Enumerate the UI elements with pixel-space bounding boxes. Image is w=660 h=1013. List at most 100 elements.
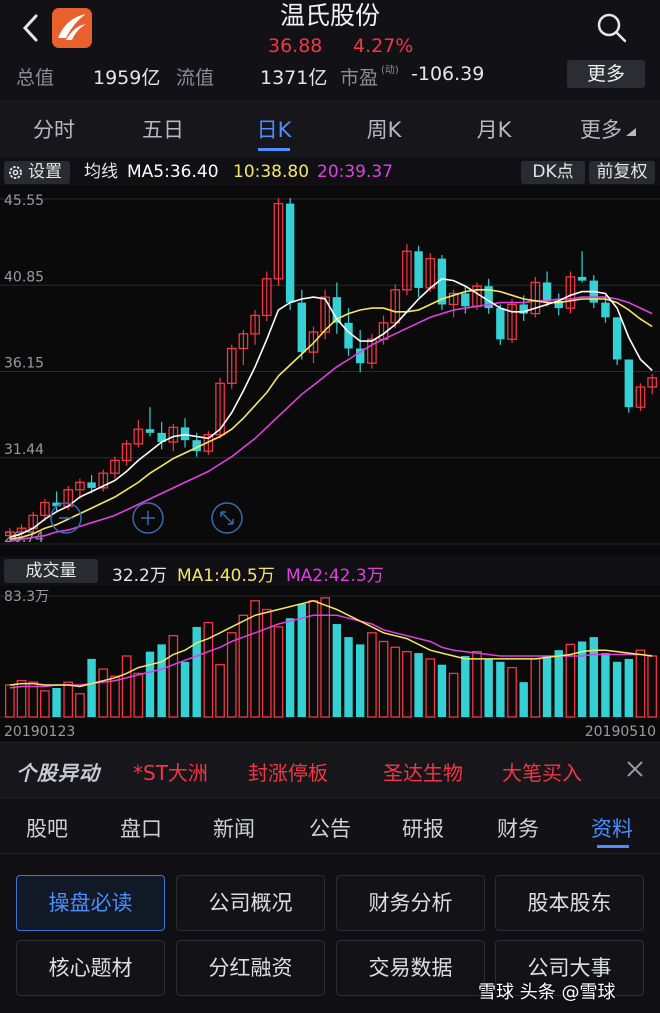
k-line-chart[interactable]: 45.5540.8536.1531.4426.74 (0, 186, 660, 556)
pe-value: -106.39 (411, 63, 485, 85)
volume-bar (647, 655, 658, 718)
volume-bar (344, 637, 353, 717)
volume-bar (519, 682, 528, 717)
tab-order-book[interactable]: 盘口 (111, 813, 171, 843)
period-tabs (0, 100, 660, 158)
candle-body (612, 317, 622, 360)
volume-bar (402, 650, 412, 718)
volume-bar (121, 655, 132, 718)
news-item[interactable]: *ST大洲 (133, 757, 208, 786)
dividends-button[interactable]: 分红融资 (176, 940, 325, 996)
volume-bar (40, 690, 50, 718)
candle-body (180, 427, 190, 441)
close-icon[interactable] (624, 758, 646, 780)
volume-bar (612, 661, 622, 717)
volume-ma2: MA2:42.3万 (286, 566, 384, 586)
volume-bar (437, 664, 447, 717)
volume-bar (52, 687, 61, 717)
tab-intraday[interactable]: 分时 (19, 114, 89, 144)
tab-five-day[interactable]: 五日 (128, 114, 198, 144)
tab-more-caret-icon (626, 128, 636, 136)
volume-ma1: MA1:40.5万 (177, 566, 275, 586)
search-icon[interactable] (594, 10, 630, 46)
volume-bar (390, 646, 401, 718)
fullscreen-button[interactable] (211, 502, 243, 534)
volume-bar (635, 649, 646, 718)
tab-profile[interactable]: 资料 (582, 813, 642, 843)
ma20-line (9, 296, 653, 542)
volume-bar (472, 650, 482, 718)
volume-bar (496, 661, 505, 717)
volume-bar (507, 666, 517, 718)
news-item[interactable]: 封涨停板 (248, 757, 328, 786)
core-themes-button[interactable]: 核心题材 (16, 940, 165, 996)
volume-bar (238, 614, 249, 718)
y-tick-label: 45.55 (4, 193, 44, 209)
total-value: 1959亿 (93, 67, 161, 89)
volume-bar (308, 600, 319, 718)
volume-bar (250, 600, 260, 718)
candle-body (344, 322, 353, 349)
ma10-line (9, 289, 653, 540)
tab-financials[interactable]: 财务 (488, 813, 548, 843)
trading-data-button[interactable]: 交易数据 (336, 940, 485, 996)
financial-analysis-button[interactable]: 财务分析 (336, 875, 485, 931)
volume-chart[interactable]: 83.3万 20190123 20190510 (0, 586, 660, 742)
tab-research[interactable]: 研报 (393, 813, 453, 843)
forward-adjust-button[interactable]: 前复权 (589, 161, 655, 184)
tab-news[interactable]: 新闻 (204, 813, 264, 843)
tab-weekly-k[interactable]: 周K (349, 114, 419, 144)
volume-bar (157, 644, 166, 717)
candle-body (542, 282, 552, 301)
zoom-in-button[interactable] (132, 502, 164, 534)
active-tab-indicator (258, 148, 290, 151)
ma10-value: 10:38.80 (233, 162, 310, 182)
volume-bar (601, 653, 610, 717)
candle-body (414, 251, 423, 288)
candle-body (297, 302, 307, 353)
volume-bar (367, 632, 377, 718)
volume-bar (133, 672, 144, 718)
volume-bar (530, 658, 541, 718)
volume-bar (425, 658, 436, 718)
float-value-label: 流值 (176, 67, 215, 89)
volume-top-label: 83.3万 (4, 589, 49, 605)
volume-bar (28, 681, 39, 718)
y-tick-label: 36.15 (4, 356, 44, 372)
volume-bar (261, 608, 272, 718)
volume-bar (226, 632, 237, 718)
volume-bar (168, 635, 179, 718)
volume-bar (448, 672, 459, 718)
shareholders-button[interactable]: 股本股东 (495, 875, 644, 931)
ma5-line (9, 277, 653, 539)
trading-must-read-button[interactable]: 操盘必读 (16, 875, 165, 931)
watermark: 雪球 头条 @雪球 (478, 978, 615, 1004)
watermark-brand: 雪球 (478, 982, 514, 1003)
volume-bar (332, 624, 342, 717)
volume-bar (273, 626, 284, 718)
candle-body (87, 482, 96, 488)
company-overview-button[interactable]: 公司概况 (176, 875, 325, 931)
candle-body (601, 302, 610, 318)
volume-bar (98, 668, 109, 718)
volume-bar (180, 661, 190, 717)
header-more-button[interactable]: 更多 (567, 60, 645, 88)
tab-forum[interactable]: 股吧 (17, 813, 77, 843)
news-item[interactable]: 圣达生物 (383, 757, 463, 786)
volume-bar (75, 693, 85, 718)
volume-bar (285, 618, 295, 717)
volume-bar (145, 651, 155, 717)
tab-daily-k[interactable]: 日K (239, 114, 309, 144)
ma-title: 均线 (84, 162, 118, 182)
tab-monthly-k[interactable]: 月K (459, 114, 529, 144)
float-value: 1371亿 (260, 67, 328, 89)
volume-bar (110, 675, 120, 718)
total-value-label: 总值 (16, 67, 55, 89)
tab-announcements[interactable]: 公告 (300, 813, 360, 843)
current-price: 36.88 (268, 35, 323, 57)
volume-bar (4, 684, 15, 718)
dk-points-button[interactable]: DK点 (521, 161, 585, 184)
volume-indicator-button[interactable]: 成交量 (4, 559, 98, 583)
news-item[interactable]: 大笔买入 (502, 757, 582, 786)
x-end-label: 20190510 (585, 724, 656, 740)
